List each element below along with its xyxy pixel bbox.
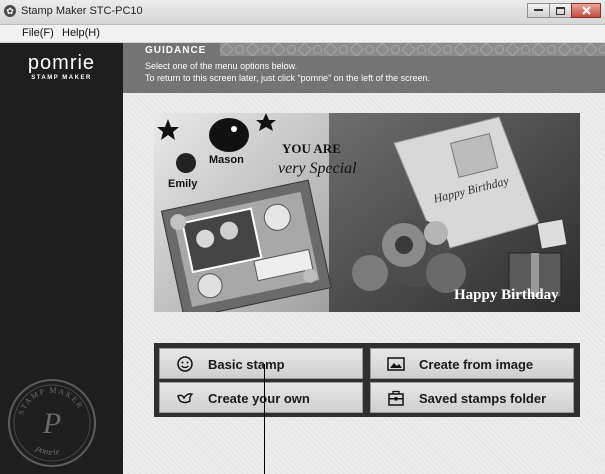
guidance-title: GUIDANCE [145, 45, 207, 56]
stamp-text-you-are: YOU ARE [282, 141, 341, 156]
guidance-banner: GUIDANCE Select one of the menu options … [123, 43, 605, 93]
window-title: Stamp Maker STC-PC10 [21, 5, 143, 17]
app-icon[interactable]: ✿ [4, 5, 16, 17]
create-from-image-button[interactable]: Create from image [370, 348, 574, 379]
stamp-name-emily: Emily [168, 178, 198, 190]
create-from-image-label: Create from image [419, 357, 534, 372]
window-controls [527, 3, 601, 20]
stamp-name-mason: Mason [209, 154, 244, 166]
image-icon [387, 357, 405, 371]
pomrie-seal-logo: STAMP MAKER pomrie P [8, 379, 96, 467]
maximize-button[interactable] [549, 3, 572, 18]
menu-file[interactable]: File(F) [22, 27, 54, 39]
create-your-own-label: Create your own [208, 391, 310, 406]
guidance-line-1: Select one of the menu options below. [145, 61, 298, 71]
basic-stamp-button[interactable]: Basic stamp [159, 348, 363, 379]
menu-panel: Basic stamp Create from image Create you… [154, 343, 580, 417]
basic-stamp-label: Basic stamp [208, 357, 285, 372]
minimize-button[interactable] [527, 3, 550, 18]
saved-stamps-folder-label: Saved stamps folder [419, 391, 547, 406]
create-your-own-button[interactable]: Create your own [159, 382, 363, 413]
menu-help[interactable]: Help(H) [62, 27, 100, 39]
brand-subtitle: STAMP MAKER [31, 75, 92, 81]
seal-bottom-text: pomrie [34, 442, 61, 457]
svg-text:pomrie: pomrie [34, 442, 61, 457]
smiley-icon [177, 356, 193, 372]
close-icon [581, 6, 591, 15]
brand-name: pomrie [27, 52, 96, 74]
guidance-pattern [220, 43, 605, 56]
text-cursor [264, 364, 265, 474]
bird-icon [177, 393, 194, 404]
saved-stamps-folder-button[interactable]: Saved stamps folder [370, 382, 574, 413]
stamp-text-special: very Special [278, 160, 357, 177]
close-button[interactable] [571, 3, 601, 18]
guidance-line-2: To return to this screen later, just cli… [145, 73, 431, 83]
maximize-icon [556, 6, 565, 15]
main-content: Happy Birthday Happy Birthday Mason YOU … [123, 93, 605, 474]
pomrie-home-logo[interactable]: pomrie STAMP MAKER [0, 52, 123, 81]
folder-cabinet-icon [388, 390, 404, 406]
menu-bar: File(F) Help(H) [0, 25, 605, 43]
title-bar: ✿ Stamp Maker STC-PC10 [0, 0, 605, 25]
seal-letter: P [42, 407, 61, 440]
sample-photo: Happy Birthday Happy Birthday Mason YOU … [154, 113, 580, 312]
minimize-icon [534, 9, 543, 11]
sidebar: pomrie STAMP MAKER STAMP MAKER pomrie P [0, 43, 123, 474]
birthday-banner-text: Happy Birthday [454, 287, 559, 303]
